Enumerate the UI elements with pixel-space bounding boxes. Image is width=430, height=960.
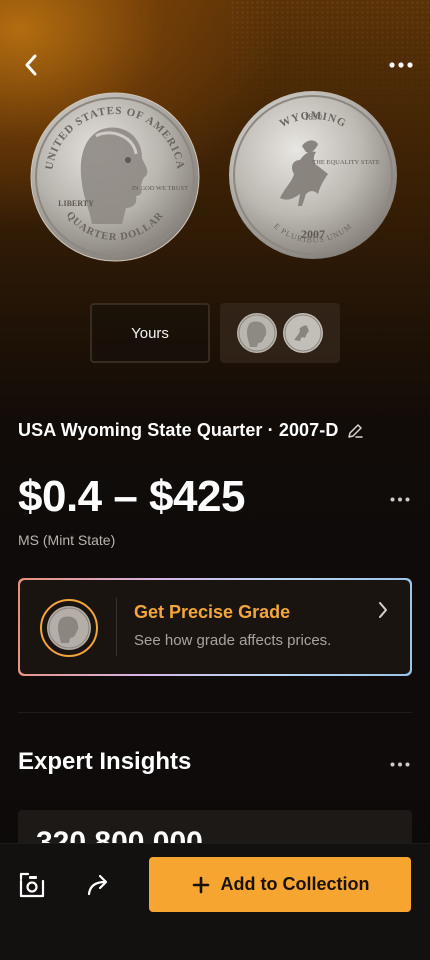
- mini-coin-obverse: [236, 312, 278, 354]
- add-to-collection-label: Add to Collection: [220, 874, 370, 894]
- bottom-action-bar: Add to Collection: [0, 843, 430, 960]
- chevron-right-icon: [379, 602, 387, 618]
- insights-more-button[interactable]: [388, 756, 412, 772]
- plus-icon: [192, 876, 209, 893]
- coin-images: UNITED STATES OF AMERICA QUARTER DOLLAR …: [30, 90, 400, 265]
- svg-text:1890: 1890: [304, 112, 323, 122]
- grade-note: MS (Mint State): [18, 532, 116, 548]
- more-options-button[interactable]: [384, 50, 418, 80]
- grade-coin-thumbnail: [40, 599, 98, 657]
- svg-text:LIBERTY: LIBERTY: [58, 199, 94, 208]
- coin-title-row: USA Wyoming State Quarter · 2007-D: [18, 420, 364, 441]
- svg-text:THE EQUALITY STATE: THE EQUALITY STATE: [312, 159, 380, 166]
- share-arrow-icon[interactable]: [83, 869, 115, 901]
- chevron-left-icon: [25, 54, 37, 76]
- grade-divider: [116, 598, 117, 656]
- coin-reverse-image[interactable]: WYOMING 1890 THE EQUALITY STATE 2007 E P…: [228, 90, 398, 260]
- coin-obverse-image[interactable]: UNITED STATES OF AMERICA QUARTER DOLLAR …: [30, 92, 200, 262]
- precise-grade-card[interactable]: Get Precise Grade See how grade affects …: [18, 578, 412, 676]
- section-divider: [18, 712, 412, 713]
- pencil-icon[interactable]: [346, 422, 364, 440]
- coin-title: USA Wyoming State Quarter · 2007-D: [18, 420, 339, 440]
- more-horizontal-icon: [389, 62, 413, 68]
- price-more-button[interactable]: [388, 490, 412, 508]
- back-button[interactable]: [14, 48, 48, 82]
- price-range: $0.4 – $425: [18, 472, 245, 521]
- grade-card-title: Get Precise Grade: [134, 602, 291, 622]
- grade-card-subtitle: See how grade affects prices.: [134, 632, 332, 649]
- mini-coin-reverse: [282, 312, 324, 354]
- expert-insights-title: Expert Insights: [18, 748, 192, 775]
- add-to-collection-button[interactable]: Add to Collection: [149, 857, 411, 912]
- more-horizontal-icon: [390, 497, 410, 501]
- image-thumbnails: Yours: [90, 303, 340, 363]
- thumb-reference-coins[interactable]: [220, 303, 340, 363]
- thumb-yours-label: Yours: [131, 324, 169, 342]
- more-horizontal-icon: [390, 762, 410, 766]
- camera-scan-icon[interactable]: [16, 869, 48, 901]
- svg-text:IN GOD WE TRUST: IN GOD WE TRUST: [132, 185, 188, 192]
- thumb-yours[interactable]: Yours: [90, 303, 210, 363]
